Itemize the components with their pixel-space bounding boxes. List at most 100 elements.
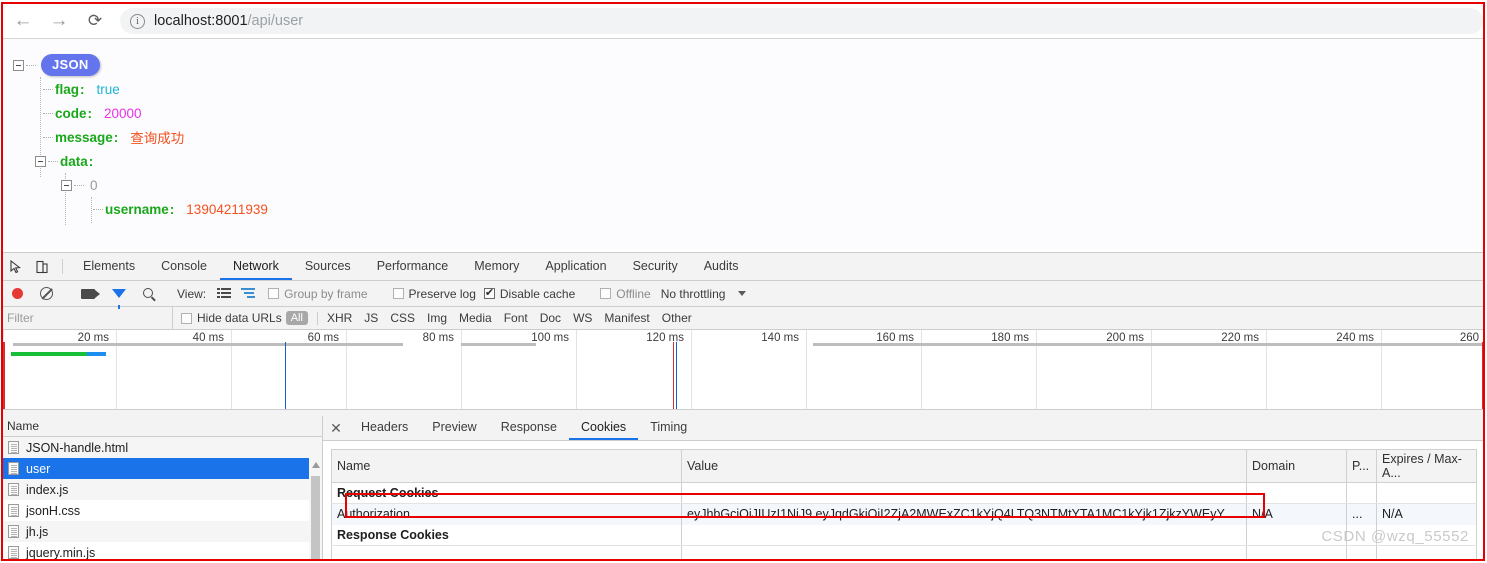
tab-sources[interactable]: Sources: [292, 253, 364, 280]
clear-icon[interactable]: [40, 287, 53, 300]
network-overview-timeline[interactable]: 20 ms 40 ms 60 ms 80 ms 100 ms 120 ms 14…: [3, 330, 1483, 410]
group-by-frame-checkbox[interactable]: [268, 288, 280, 299]
document-icon: [8, 483, 19, 496]
view-label: View:: [177, 286, 207, 301]
reload-icon[interactable]: ⟳: [79, 6, 111, 36]
json-row-code: code: 20000: [13, 101, 1483, 125]
list-item[interactable]: JSON-handle.html: [3, 437, 322, 458]
list-item[interactable]: index.js: [3, 479, 322, 500]
timeline-gridline: [461, 330, 462, 409]
filter-type-img[interactable]: Img: [427, 311, 447, 325]
collapse-toggle-root[interactable]: [13, 59, 24, 71]
list-item[interactable]: jh.js: [3, 521, 322, 542]
disable-cache-label: Disable cache: [499, 286, 576, 301]
column-header-path[interactable]: P...: [1346, 449, 1377, 483]
tab-console[interactable]: Console: [148, 253, 220, 280]
throttling-select[interactable]: No throttling: [661, 287, 726, 301]
tree-connector: [26, 64, 36, 66]
request-list-scrollbar[interactable]: [309, 458, 322, 560]
tab-elements[interactable]: Elements: [70, 253, 148, 280]
record-icon[interactable]: [12, 288, 23, 299]
json-colon: :: [113, 129, 119, 145]
list-item[interactable]: jsonH.css: [3, 500, 322, 521]
json-key: flag: [55, 81, 80, 97]
site-info-icon[interactable]: i: [130, 13, 145, 29]
list-item[interactable]: user: [3, 458, 322, 479]
collapse-toggle-data[interactable]: [35, 155, 46, 167]
table-group-row-response-cookies: Response Cookies: [331, 524, 1477, 546]
filter-type-js[interactable]: JS: [364, 311, 378, 325]
page-content-json-viewer: JSON flag: true code: 20000 message: 查询成…: [3, 39, 1483, 250]
filter-type-all[interactable]: All: [285, 311, 308, 325]
filter-type-xhr[interactable]: XHR: [327, 311, 352, 325]
table-empty-row: [331, 545, 1477, 560]
url-host: localhost:8001: [154, 13, 248, 29]
list-view-icon[interactable]: [217, 288, 232, 299]
tab-cookies[interactable]: Cookies: [569, 416, 639, 440]
tab-timing[interactable]: Timing: [638, 416, 699, 440]
tab-preview[interactable]: Preview: [420, 416, 488, 440]
funnel-icon[interactable]: [112, 289, 126, 309]
camera-icon[interactable]: [81, 288, 100, 299]
tab-network[interactable]: Network: [219, 253, 292, 280]
inspect-element-icon[interactable]: [3, 253, 29, 280]
hide-data-urls-checkbox[interactable]: [181, 312, 192, 324]
disable-cache-checkbox[interactable]: [483, 286, 495, 299]
timeline-gridline: [921, 330, 922, 409]
tab-headers[interactable]: Headers: [349, 416, 420, 440]
tab-response[interactable]: Response: [489, 416, 569, 440]
cookie-path: ...: [1346, 503, 1377, 525]
toggle-device-toolbar-icon[interactable]: [29, 253, 55, 280]
tab-memory[interactable]: Memory: [461, 253, 532, 280]
tab-audits[interactable]: Audits: [691, 253, 752, 280]
request-name: jh.js: [26, 524, 49, 539]
json-value-code: 20000: [104, 105, 142, 121]
address-bar[interactable]: i localhost:8001/api/user: [120, 8, 1483, 34]
empty-cell: [1246, 545, 1347, 560]
group-blank: [681, 482, 1247, 504]
request-list-items: JSON-handle.html user index.js jsonH.css: [3, 437, 322, 560]
tree-connector: [48, 160, 58, 162]
tree-connector: [93, 208, 103, 210]
json-key: data: [60, 153, 88, 169]
filter-type-ws[interactable]: WS: [573, 311, 592, 325]
json-root-row: JSON: [13, 53, 1483, 77]
list-item[interactable]: jquery.min.js: [3, 542, 322, 560]
cookies-table-wrap: Name Value Domain P... Expires / Max-A..…: [323, 441, 1483, 560]
cookie-domain: N/A: [1246, 503, 1347, 525]
request-name: jquery.min.js: [26, 545, 96, 560]
close-icon[interactable]: ✕: [323, 416, 349, 440]
offline-checkbox[interactable]: [600, 288, 612, 299]
filter-input[interactable]: Filter: [3, 306, 173, 330]
filter-type-other[interactable]: Other: [662, 311, 692, 325]
filter-type-font[interactable]: Font: [504, 311, 528, 325]
search-icon[interactable]: [143, 287, 153, 298]
filter-type-media[interactable]: Media: [459, 311, 492, 325]
preserve-log-checkbox[interactable]: [392, 288, 404, 299]
chevron-down-icon[interactable]: [738, 291, 747, 296]
filter-type-css[interactable]: CSS: [390, 311, 415, 325]
timeline-gridline: [231, 330, 232, 409]
empty-cell: [1376, 545, 1477, 560]
column-header-value[interactable]: Value: [681, 449, 1247, 483]
tab-application[interactable]: Application: [532, 253, 619, 280]
tab-security[interactable]: Security: [620, 253, 691, 280]
tab-performance[interactable]: Performance: [364, 253, 462, 280]
column-header-domain[interactable]: Domain: [1246, 449, 1347, 483]
collapse-toggle-index-0[interactable]: [61, 179, 72, 191]
timeline-gridline: [1036, 330, 1037, 409]
table-row[interactable]: Authorization eyJhbGciOiJIUzI1NiJ9.eyJqd…: [331, 503, 1477, 525]
scroll-up-arrow-icon[interactable]: [312, 462, 320, 468]
waterfall-view-icon[interactable]: [241, 288, 256, 299]
overview-bar-blue: [87, 352, 106, 356]
forward-arrow-icon[interactable]: →: [43, 6, 75, 36]
filter-type-doc[interactable]: Doc: [540, 311, 561, 325]
load-event-marker: [3, 342, 5, 409]
column-header-expires[interactable]: Expires / Max-A...: [1376, 449, 1477, 483]
filter-type-manifest[interactable]: Manifest: [604, 311, 649, 325]
json-root-badge: JSON: [41, 54, 100, 76]
column-header-name[interactable]: Name: [331, 449, 682, 483]
scrollbar-thumb[interactable]: [311, 476, 320, 560]
tree-connector: [74, 184, 84, 186]
back-arrow-icon[interactable]: ←: [7, 6, 39, 36]
